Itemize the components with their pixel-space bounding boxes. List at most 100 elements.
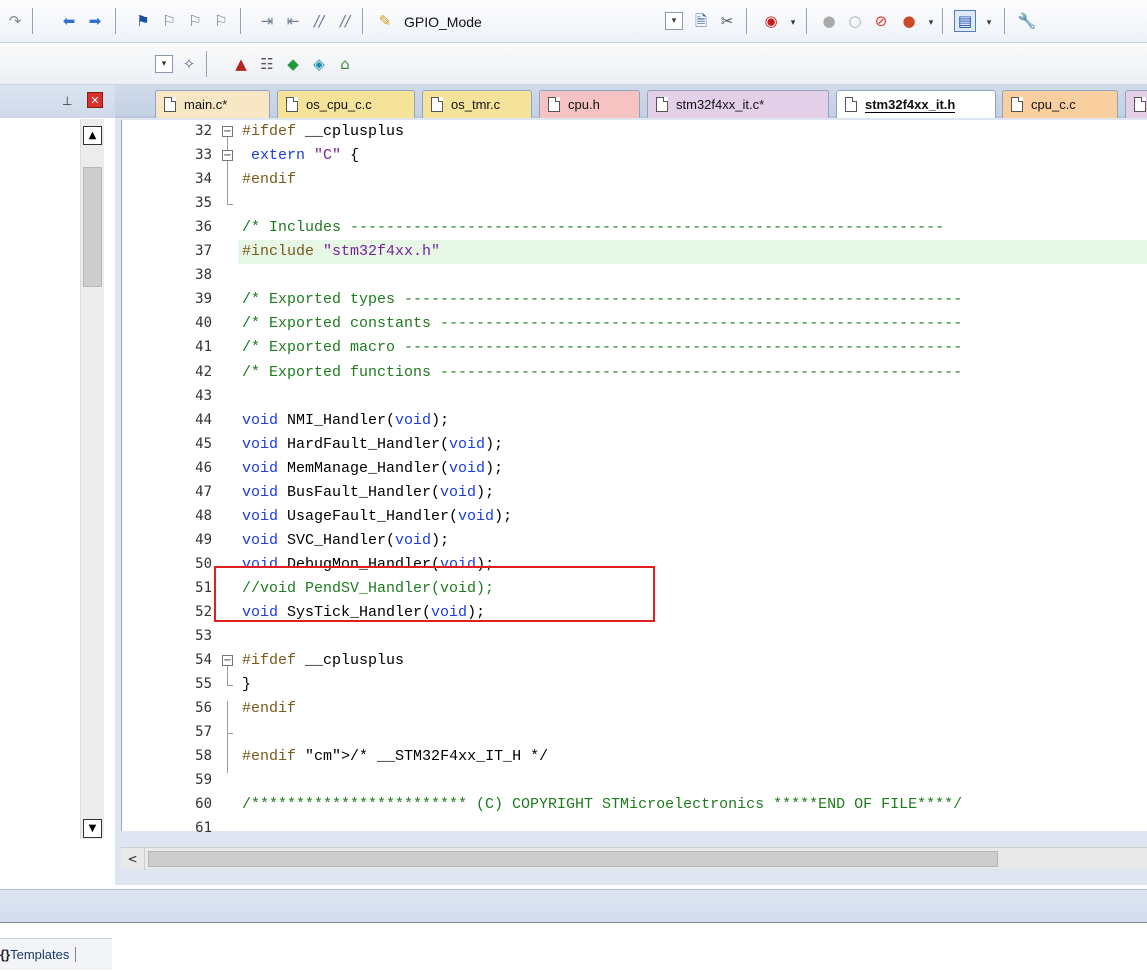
debug-dropdown-icon[interactable]: ▾ bbox=[782, 12, 804, 34]
tab-cpu-c-c[interactable]: cpu_c.c bbox=[1002, 90, 1118, 118]
code-line[interactable]: 35 bbox=[122, 192, 1147, 216]
scroll-up-icon[interactable]: ▲ bbox=[83, 126, 102, 145]
debug-session-icon[interactable]: ◉ bbox=[760, 10, 782, 32]
code-line[interactable]: 42 /* Exported functions ----------------… bbox=[122, 361, 1147, 385]
status-bar bbox=[0, 889, 1147, 923]
file-icon bbox=[845, 97, 857, 112]
manage-components-icon[interactable]: ▲ bbox=[230, 53, 252, 75]
line-number: 53 bbox=[195, 628, 212, 645]
line-number: 42 bbox=[195, 363, 212, 380]
configure-icon[interactable]: 🔧 bbox=[1016, 10, 1038, 32]
next-bookmark-icon[interactable]: ⚐ bbox=[184, 10, 206, 32]
kill-breakpoints-icon[interactable]: ● bbox=[898, 10, 920, 32]
unindent-icon[interactable]: ⇤ bbox=[282, 10, 304, 32]
wizard-icon[interactable]: ✧ bbox=[178, 53, 200, 75]
enable-breakpoint-icon[interactable]: ○ bbox=[844, 10, 866, 32]
window-dropdown-icon[interactable]: ▾ bbox=[978, 12, 1000, 34]
code-line[interactable]: 36 /* Includes --------------------------… bbox=[122, 216, 1147, 240]
prev-bookmark-icon[interactable]: ⚐ bbox=[158, 10, 180, 32]
close-icon[interactable]: ✕ bbox=[87, 92, 103, 108]
tab-stm32f4xx-it-h[interactable]: stm32f4xx_it.h bbox=[836, 90, 996, 118]
components-icon[interactable]: ☷ bbox=[256, 53, 278, 75]
code-line[interactable]: 37 #include "stm32f4xx.h" bbox=[195, 240, 1147, 265]
code-line[interactable]: 57 bbox=[122, 721, 1147, 745]
find-in-files-icon[interactable]: ✎ bbox=[374, 10, 396, 32]
combo-dropdown-icon[interactable]: ▾ bbox=[665, 12, 683, 30]
templates-tab[interactable]: {}Templates bbox=[0, 947, 77, 962]
code-line[interactable]: 32 #ifdef __cplusplus bbox=[122, 120, 1147, 144]
toolbar-dropdown-icon[interactable]: ▾ bbox=[155, 55, 173, 73]
indent-icon[interactable]: ⇥ bbox=[256, 10, 278, 32]
incremental-find-icon[interactable]: ✂ bbox=[716, 10, 738, 32]
code-text: #ifdef __cplusplus bbox=[242, 652, 405, 670]
find-icon[interactable]: 🗎 bbox=[690, 10, 712, 32]
bookmark-icon[interactable]: ⚑ bbox=[132, 10, 154, 32]
line-number: 36 bbox=[195, 219, 212, 236]
line-number: 44 bbox=[195, 411, 212, 428]
code-line[interactable]: 44 void NMI_Handler(void); bbox=[122, 409, 1147, 433]
code-line[interactable]: 41 /* Exported macro --------------------… bbox=[122, 336, 1147, 360]
scroll-left-icon[interactable]: < bbox=[121, 848, 145, 870]
code-text: #include "stm32f4xx.h" bbox=[242, 243, 441, 261]
target-combo[interactable]: GPIO_Mode bbox=[404, 9, 564, 35]
code-editor[interactable]: − − − 32 #ifdef __cplusplus 33 extern "C" {3… bbox=[121, 120, 1147, 836]
code-line[interactable]: 40 /* Exported constants ----------------… bbox=[122, 312, 1147, 336]
code-line[interactable]: 53 bbox=[122, 625, 1147, 649]
code-line[interactable]: 38 bbox=[122, 264, 1147, 288]
tab-main-c[interactable]: main.c* bbox=[155, 90, 270, 118]
insert-breakpoint-icon[interactable]: ● bbox=[818, 10, 840, 32]
code-text: void SVC_Handler(void); bbox=[242, 531, 450, 549]
line-number: 58 bbox=[195, 748, 212, 765]
line-number: 52 bbox=[195, 604, 212, 620]
line-number: 54 bbox=[195, 652, 212, 669]
line-number: 48 bbox=[195, 507, 212, 524]
tab-os-cpu-c-c[interactable]: os_cpu_c.c bbox=[277, 90, 415, 118]
tab-label: stm32f4xx_it.h bbox=[865, 96, 956, 113]
line-number: 41 bbox=[195, 339, 212, 356]
rte-icon[interactable]: ⌂ bbox=[334, 53, 356, 75]
code-line[interactable]: 49 void SVC_Handler(void); bbox=[122, 529, 1147, 553]
project-scrollbar[interactable]: ▲ ▼ bbox=[80, 119, 104, 839]
navigate-forward-icon[interactable]: ➡ bbox=[84, 10, 106, 32]
horizontal-scroll-thumb[interactable] bbox=[148, 851, 998, 867]
uncomment-icon[interactable]: // bbox=[334, 10, 356, 32]
code-line[interactable]: 59 bbox=[122, 769, 1147, 793]
code-line[interactable]: 55} bbox=[122, 673, 1147, 697]
tab-os-tmr-c[interactable]: os_tmr.c bbox=[422, 90, 532, 118]
code-line[interactable]: 47 void BusFault_Handler(void); bbox=[122, 481, 1147, 505]
line-number: 43 bbox=[195, 387, 212, 404]
scrollbar-thumb[interactable] bbox=[83, 167, 102, 287]
horizontal-scrollbar[interactable]: < bbox=[121, 847, 1147, 870]
line-number: 38 bbox=[195, 267, 212, 284]
select-packs-icon[interactable]: ◈ bbox=[308, 53, 330, 75]
code-text: /************************ (C) COPYRIGHT … bbox=[242, 796, 963, 814]
disable-breakpoints-icon[interactable]: ⊘ bbox=[870, 10, 892, 32]
code-line[interactable]: 39 /* Exported types --------------------… bbox=[122, 288, 1147, 312]
code-line[interactable]: 48 void UsageFault_Handler(void); bbox=[122, 505, 1147, 529]
tab-cpu-h[interactable]: cpu.h bbox=[539, 90, 640, 118]
code-line[interactable]: 54 #ifdef __cplusplus bbox=[122, 649, 1147, 673]
code-line[interactable]: 61 bbox=[122, 817, 1147, 841]
redo-icon[interactable]: ↷ bbox=[4, 10, 26, 32]
window-layout-icon[interactable]: ▤ bbox=[954, 10, 976, 32]
code-line[interactable]: 56 #endif bbox=[122, 697, 1147, 721]
file-icon bbox=[656, 97, 668, 112]
tab-stm32f4xx-it-c[interactable]: stm32f4xx_it.c* bbox=[647, 90, 829, 118]
code-line[interactable]: 45 void HardFault_Handler(void); bbox=[122, 433, 1147, 457]
pin-icon[interactable]: ⊥ bbox=[62, 94, 72, 108]
clear-bookmarks-icon[interactable]: ⚐ bbox=[210, 10, 232, 32]
code-text: #ifdef __cplusplus bbox=[242, 123, 405, 140]
code-line[interactable]: 46 void MemManage_Handler(void); bbox=[122, 457, 1147, 481]
code-line[interactable]: 34 #endif bbox=[122, 168, 1147, 192]
pack-installer-icon[interactable]: ◆ bbox=[282, 53, 304, 75]
breakpoint-dropdown-icon[interactable]: ▾ bbox=[920, 12, 942, 34]
code-text: /* Includes ----------------------------… bbox=[242, 219, 945, 237]
navigate-back-icon[interactable]: ⬅ bbox=[58, 10, 80, 32]
code-line[interactable]: 60 /************************ (C) COPYRIGH… bbox=[122, 793, 1147, 817]
scroll-down-icon[interactable]: ▼ bbox=[83, 819, 102, 838]
code-line[interactable]: 33 extern "C" { bbox=[122, 144, 1147, 168]
code-line[interactable]: 58 #endif "cm">/* __STM32F4xx_IT_H */ bbox=[122, 745, 1147, 769]
comment-icon[interactable]: // bbox=[308, 10, 330, 32]
tab-overflow[interactable] bbox=[1125, 90, 1147, 118]
code-line[interactable]: 43 bbox=[122, 385, 1147, 409]
